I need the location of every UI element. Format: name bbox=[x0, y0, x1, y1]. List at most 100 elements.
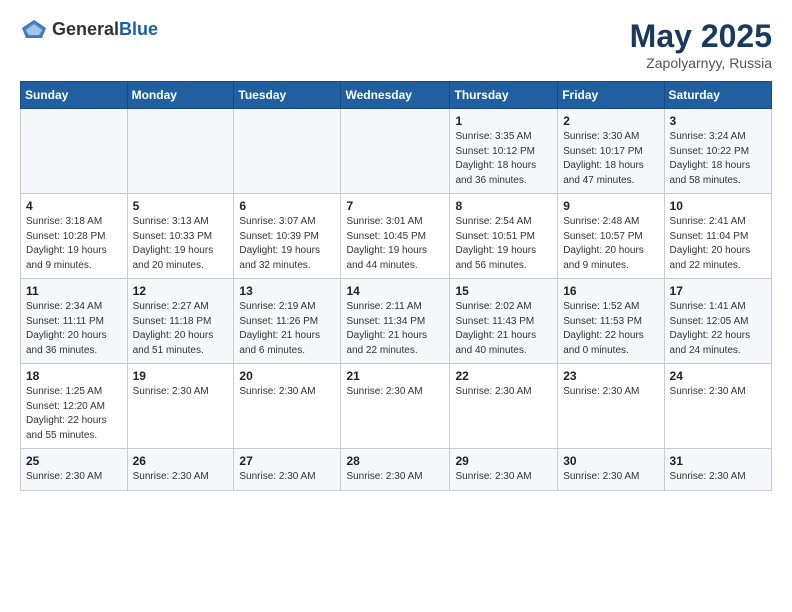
day-info: Sunrise: 2:48 AM Sunset: 10:57 PM Daylig… bbox=[563, 215, 658, 273]
day-number: 28 bbox=[346, 454, 444, 468]
logo-icon bbox=[20, 18, 48, 40]
calendar-cell: 19 Sunrise: 2:30 AM bbox=[127, 364, 234, 449]
day-number: 27 bbox=[239, 454, 335, 468]
calendar-cell: 1 Sunrise: 3:35 AM Sunset: 10:12 PM Dayli… bbox=[450, 109, 558, 194]
calendar-cell: 29 Sunrise: 2:30 AM bbox=[450, 449, 558, 491]
day-info: Sunrise: 2:27 AM Sunset: 11:18 PM Daylig… bbox=[133, 300, 229, 358]
calendar-cell: 28 Sunrise: 2:30 AM bbox=[341, 449, 450, 491]
calendar-cell: 15 Sunrise: 2:02 AM Sunset: 11:43 PM Dayl… bbox=[450, 279, 558, 364]
col-wednesday: Wednesday bbox=[341, 82, 450, 109]
day-info: Sunrise: 2:30 AM bbox=[239, 385, 335, 400]
col-sunday: Sunday bbox=[21, 82, 128, 109]
col-saturday: Saturday bbox=[664, 82, 771, 109]
day-number: 6 bbox=[239, 199, 335, 213]
day-info: Sunrise: 2:30 AM bbox=[455, 470, 552, 485]
day-info: Sunrise: 3:18 AM Sunset: 10:28 PM Daylig… bbox=[26, 215, 122, 273]
calendar-cell bbox=[127, 109, 234, 194]
day-info: Sunrise: 3:07 AM Sunset: 10:39 PM Daylig… bbox=[239, 215, 335, 273]
day-number: 8 bbox=[455, 199, 552, 213]
calendar-week-1: 1 Sunrise: 3:35 AM Sunset: 10:12 PM Dayli… bbox=[21, 109, 772, 194]
calendar-cell: 11Sunrise: 2:34 AM Sunset: 11:11 PM Dayl… bbox=[21, 279, 128, 364]
day-info: Sunrise: 3:24 AM Sunset: 10:22 PM Daylig… bbox=[670, 130, 766, 188]
calendar-week-3: 11Sunrise: 2:34 AM Sunset: 11:11 PM Dayl… bbox=[21, 279, 772, 364]
calendar-cell: 10Sunrise: 2:41 AM Sunset: 11:04 PM Dayl… bbox=[664, 194, 771, 279]
day-info: Sunrise: 2:41 AM Sunset: 11:04 PM Daylig… bbox=[670, 215, 766, 273]
title-month: May 2025 bbox=[630, 18, 772, 55]
day-info: Sunrise: 2:30 AM bbox=[133, 385, 229, 400]
day-info: Sunrise: 2:30 AM bbox=[239, 470, 335, 485]
day-info: Sunrise: 3:13 AM Sunset: 10:33 PM Daylig… bbox=[133, 215, 229, 273]
day-number: 7 bbox=[346, 199, 444, 213]
day-info: Sunrise: 2:34 AM Sunset: 11:11 PM Daylig… bbox=[26, 300, 122, 358]
day-number: 29 bbox=[455, 454, 552, 468]
day-info: Sunrise: 3:01 AM Sunset: 10:45 PM Daylig… bbox=[346, 215, 444, 273]
calendar-cell: 30Sunrise: 2:30 AM bbox=[558, 449, 664, 491]
day-number: 12 bbox=[133, 284, 229, 298]
day-info: Sunrise: 2:02 AM Sunset: 11:43 PM Daylig… bbox=[455, 300, 552, 358]
day-number: 16 bbox=[563, 284, 658, 298]
day-number: 17 bbox=[670, 284, 766, 298]
day-number: 1 bbox=[455, 114, 552, 128]
calendar-cell: 14 Sunrise: 2:11 AM Sunset: 11:34 PM Dayl… bbox=[341, 279, 450, 364]
day-number: 19 bbox=[133, 369, 229, 383]
calendar-cell: 7 Sunrise: 3:01 AM Sunset: 10:45 PM Dayli… bbox=[341, 194, 450, 279]
calendar-cell: 18Sunrise: 1:25 AM Sunset: 12:20 AM Dayl… bbox=[21, 364, 128, 449]
logo: GeneralBlue bbox=[20, 18, 158, 40]
calendar-week-4: 18Sunrise: 1:25 AM Sunset: 12:20 AM Dayl… bbox=[21, 364, 772, 449]
day-number: 20 bbox=[239, 369, 335, 383]
page: GeneralBlue May 2025 Zapolyarnyy, Russia… bbox=[0, 0, 792, 501]
title-block: May 2025 Zapolyarnyy, Russia bbox=[630, 18, 772, 71]
calendar-cell: 8 Sunrise: 2:54 AM Sunset: 10:51 PM Dayli… bbox=[450, 194, 558, 279]
day-info: Sunrise: 1:41 AM Sunset: 12:05 AM Daylig… bbox=[670, 300, 766, 358]
day-number: 26 bbox=[133, 454, 229, 468]
calendar-cell: 24Sunrise: 2:30 AM bbox=[664, 364, 771, 449]
calendar-cell: 5 Sunrise: 3:13 AM Sunset: 10:33 PM Dayli… bbox=[127, 194, 234, 279]
day-number: 15 bbox=[455, 284, 552, 298]
day-info: Sunrise: 2:30 AM bbox=[26, 470, 122, 485]
calendar-cell: 20 Sunrise: 2:30 AM bbox=[234, 364, 341, 449]
calendar-cell: 2 Sunrise: 3:30 AM Sunset: 10:17 PM Dayli… bbox=[558, 109, 664, 194]
calendar-cell: 25 Sunrise: 2:30 AM bbox=[21, 449, 128, 491]
calendar-cell: 16 Sunrise: 1:52 AM Sunset: 11:53 PM Dayl… bbox=[558, 279, 664, 364]
day-number: 5 bbox=[133, 199, 229, 213]
day-number: 2 bbox=[563, 114, 658, 128]
day-number: 21 bbox=[346, 369, 444, 383]
calendar-cell: 23Sunrise: 2:30 AM bbox=[558, 364, 664, 449]
calendar-cell: 9 Sunrise: 2:48 AM Sunset: 10:57 PM Dayli… bbox=[558, 194, 664, 279]
day-number: 3 bbox=[670, 114, 766, 128]
calendar-cell: 27 Sunrise: 2:30 AM bbox=[234, 449, 341, 491]
day-info: Sunrise: 2:19 AM Sunset: 11:26 PM Daylig… bbox=[239, 300, 335, 358]
day-info: Sunrise: 2:30 AM bbox=[346, 470, 444, 485]
col-monday: Monday bbox=[127, 82, 234, 109]
col-tuesday: Tuesday bbox=[234, 82, 341, 109]
day-number: 22 bbox=[455, 369, 552, 383]
calendar-header-row: Sunday Monday Tuesday Wednesday Thursday… bbox=[21, 82, 772, 109]
col-thursday: Thursday bbox=[450, 82, 558, 109]
day-info: Sunrise: 3:35 AM Sunset: 10:12 PM Daylig… bbox=[455, 130, 552, 188]
day-number: 9 bbox=[563, 199, 658, 213]
calendar-cell bbox=[21, 109, 128, 194]
logo-blue: Blue bbox=[119, 19, 158, 39]
day-info: Sunrise: 2:54 AM Sunset: 10:51 PM Daylig… bbox=[455, 215, 552, 273]
calendar-cell: 13 Sunrise: 2:19 AM Sunset: 11:26 PM Dayl… bbox=[234, 279, 341, 364]
day-info: Sunrise: 2:30 AM bbox=[346, 385, 444, 400]
calendar-cell: 3 Sunrise: 3:24 AM Sunset: 10:22 PM Dayli… bbox=[664, 109, 771, 194]
calendar-cell: 21 Sunrise: 2:30 AM bbox=[341, 364, 450, 449]
day-info: Sunrise: 2:11 AM Sunset: 11:34 PM Daylig… bbox=[346, 300, 444, 358]
day-number: 14 bbox=[346, 284, 444, 298]
calendar-cell: 4 Sunrise: 3:18 AM Sunset: 10:28 PM Dayli… bbox=[21, 194, 128, 279]
day-number: 25 bbox=[26, 454, 122, 468]
header: GeneralBlue May 2025 Zapolyarnyy, Russia bbox=[20, 18, 772, 71]
title-location: Zapolyarnyy, Russia bbox=[630, 55, 772, 71]
logo-general: General bbox=[52, 19, 119, 39]
day-info: Sunrise: 3:30 AM Sunset: 10:17 PM Daylig… bbox=[563, 130, 658, 188]
day-info: Sunrise: 1:52 AM Sunset: 11:53 PM Daylig… bbox=[563, 300, 658, 358]
day-number: 23 bbox=[563, 369, 658, 383]
logo-text: GeneralBlue bbox=[52, 19, 158, 40]
calendar-cell bbox=[341, 109, 450, 194]
day-info: Sunrise: 2:30 AM bbox=[670, 470, 766, 485]
day-number: 24 bbox=[670, 369, 766, 383]
day-number: 4 bbox=[26, 199, 122, 213]
day-number: 13 bbox=[239, 284, 335, 298]
calendar-table: Sunday Monday Tuesday Wednesday Thursday… bbox=[20, 81, 772, 491]
